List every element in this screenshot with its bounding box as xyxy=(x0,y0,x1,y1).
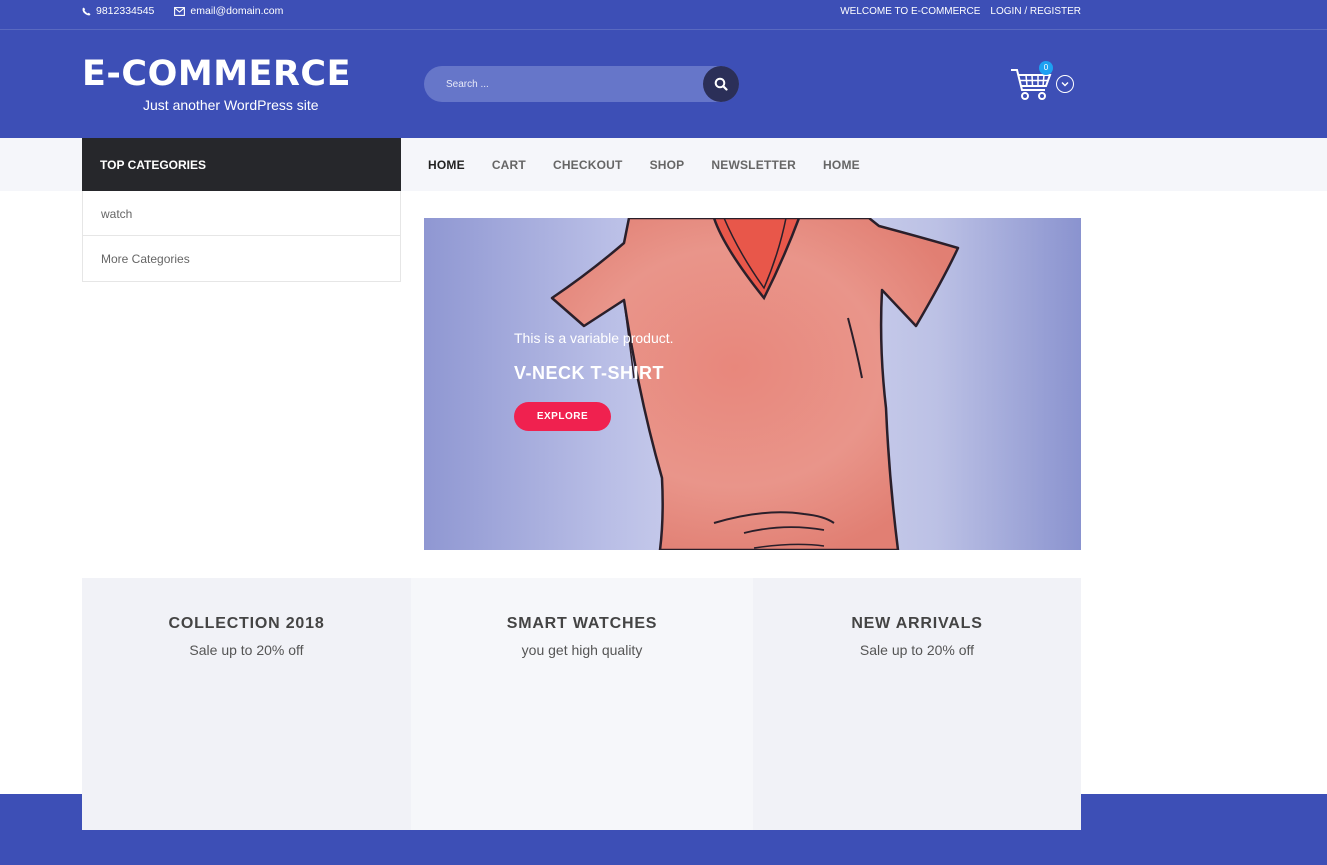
search-button[interactable] xyxy=(703,66,739,102)
explore-button[interactable]: EXPLORE xyxy=(514,402,611,431)
nav-item-home-2[interactable]: HOME xyxy=(823,158,860,172)
nav-item-newsletter[interactable]: NEWSLETTER xyxy=(711,158,796,172)
hero-subtitle: This is a variable product. xyxy=(514,330,674,346)
category-item-more[interactable]: More Categories xyxy=(83,236,400,281)
search-icon xyxy=(714,77,728,91)
category-list: watch More Categories xyxy=(82,191,401,282)
feature-subtitle: Sale up to 20% off xyxy=(189,642,304,658)
main-menu: HOME CART CHECKOUT SHOP NEWSLETTER HOME xyxy=(428,158,887,172)
email-contact[interactable]: email@domain.com xyxy=(174,5,283,17)
feature-subtitle: you get high quality xyxy=(521,642,643,658)
nav-item-shop[interactable]: SHOP xyxy=(650,158,685,172)
site-tagline: Just another WordPress site xyxy=(143,97,319,113)
site-header: E-COMMERCE Just another WordPress site 0 xyxy=(0,30,1327,138)
cart-dropdown-toggle[interactable] xyxy=(1056,75,1074,93)
envelope-icon xyxy=(174,6,186,16)
top-categories-heading[interactable]: TOP CATEGORIES xyxy=(82,138,401,191)
feature-subtitle: Sale up to 20% off xyxy=(859,642,975,658)
top-bar: 9812334545 email@domain.com WELCOME TO E… xyxy=(0,0,1327,30)
nav-item-checkout[interactable]: CHECKOUT xyxy=(553,158,623,172)
account-links: WELCOME TO E-COMMERCE LOGIN / REGISTER xyxy=(840,6,1081,17)
cart-button[interactable]: 0 xyxy=(1010,61,1054,102)
search-input[interactable] xyxy=(446,76,696,92)
nav-item-cart[interactable]: CART xyxy=(492,158,526,172)
feature-collection[interactable]: COLLECTION 2018 Sale up to 20% off xyxy=(82,578,411,830)
category-item-watch[interactable]: watch xyxy=(83,191,400,236)
feature-smart-watches[interactable]: SMART WATCHES you get high quality xyxy=(411,578,753,830)
contact-info: 9812334545 email@domain.com xyxy=(82,5,283,17)
feature-title: NEW ARRIVALS xyxy=(851,615,983,632)
feature-new-arrivals[interactable]: NEW ARRIVALS Sale up to 20% off xyxy=(753,578,1081,830)
site-title[interactable]: E-COMMERCE xyxy=(82,54,351,94)
nav-item-home[interactable]: HOME xyxy=(428,158,465,172)
tshirt-image xyxy=(550,218,960,550)
cart-count-badge: 0 xyxy=(1039,61,1053,75)
hero-title: V-NECK T-SHIRT xyxy=(514,363,665,383)
feature-title: SMART WATCHES xyxy=(506,615,658,632)
email-address: email@domain.com xyxy=(190,5,284,17)
hero-slider: This is a variable product. V-NECK T-SHI… xyxy=(424,218,1081,550)
feature-title: COLLECTION 2018 xyxy=(168,615,325,632)
phone-contact[interactable]: 9812334545 xyxy=(82,5,154,17)
chevron-down-icon xyxy=(1061,82,1069,87)
welcome-text: WELCOME TO E-COMMERCE xyxy=(840,6,981,17)
phone-icon xyxy=(82,6,91,16)
search-form xyxy=(424,66,739,102)
login-register-link[interactable]: LOGIN / REGISTER xyxy=(990,6,1081,17)
phone-number: 9812334545 xyxy=(96,5,155,17)
